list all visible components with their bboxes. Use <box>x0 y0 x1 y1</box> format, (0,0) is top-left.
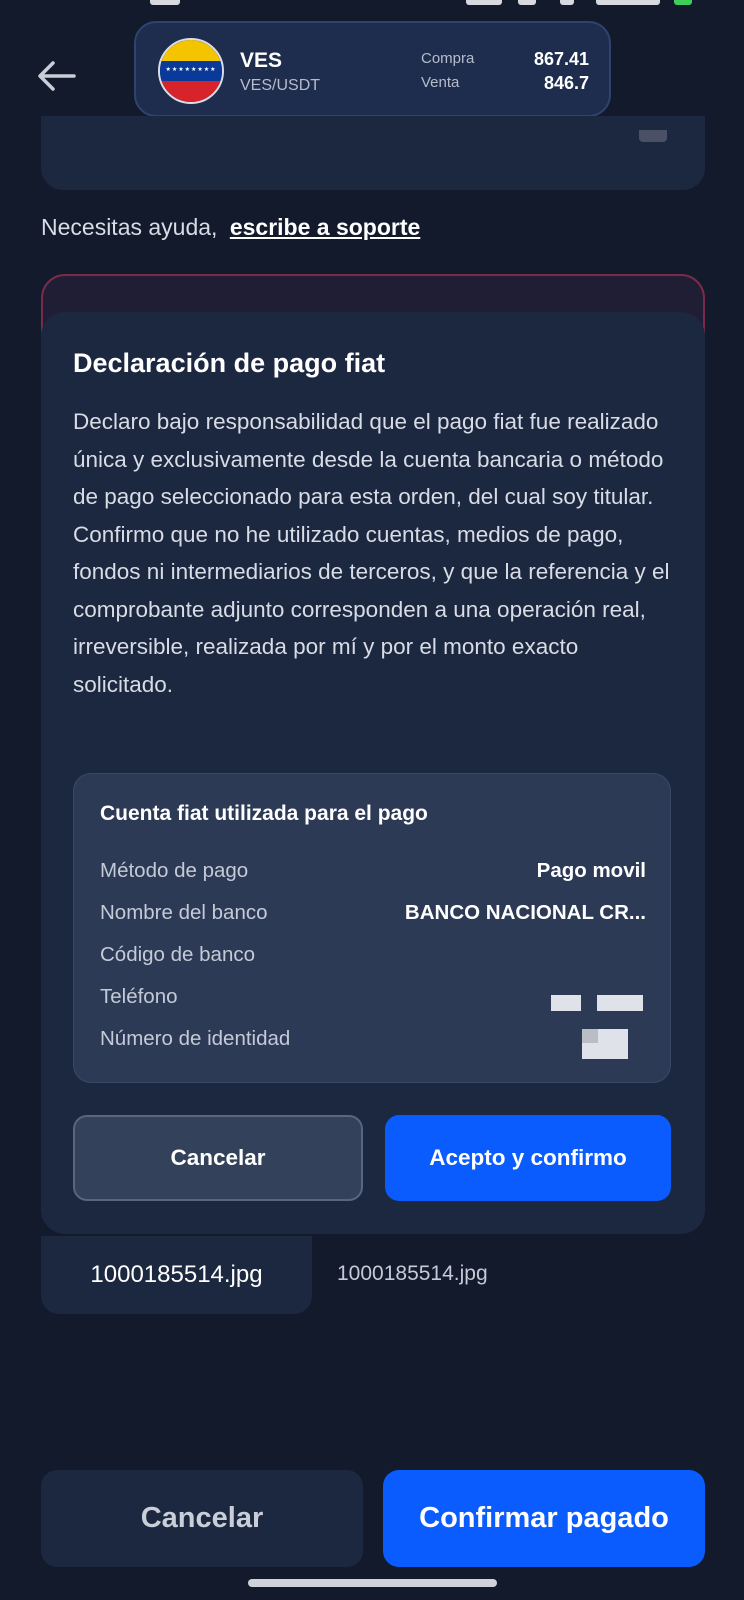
battery-saver-icon <box>466 0 502 5</box>
identity-redacted <box>582 1043 628 1059</box>
venezuela-flag-icon: ★★★★★★★★ <box>158 38 224 104</box>
attachment-file-name: 1000185514.jpg <box>337 1262 488 1285</box>
buy-rate: 867.41 <box>533 49 589 69</box>
currency-pair: VES/USDT <box>240 77 321 94</box>
bank-name-row: Nombre del banco BANCO NACIONAL CR... <box>100 901 646 931</box>
sell-label: Venta <box>421 74 460 91</box>
attachment-chip[interactable]: 1000185514.jpg <box>41 1236 312 1314</box>
dialog-cancel-button[interactable]: Cancelar <box>73 1115 363 1201</box>
identity-number-row: Número de identidad <box>100 1027 646 1059</box>
checkbox-icon <box>639 130 667 142</box>
battery-icon <box>674 0 692 5</box>
mute-icon <box>560 0 574 5</box>
alarm-icon <box>518 0 536 5</box>
bank-code-label: Código de banco <box>100 943 256 966</box>
phone-row: Teléfono <box>100 985 646 1015</box>
accept-confirm-button[interactable]: Acepto y confirmo <box>385 1115 671 1201</box>
fiat-account-box: Cuenta fiat utilizada para el pago Métod… <box>73 773 671 1083</box>
background-card <box>41 116 705 190</box>
bank-code-row: Código de banco <box>100 943 646 973</box>
identity-number-label: Número de identidad <box>100 1027 291 1050</box>
phone-redacted <box>551 995 581 1011</box>
payment-method-value: Pago movil <box>536 859 646 882</box>
cancel-button[interactable]: Cancelar <box>41 1470 363 1567</box>
bank-name-label: Nombre del banco <box>100 901 268 924</box>
home-indicator[interactable] <box>248 1579 497 1587</box>
sell-rate: 846.7 <box>543 73 589 93</box>
arrow-left-icon <box>38 61 76 91</box>
help-text: Necesitas ayuda, <box>41 214 218 240</box>
phone-label: Teléfono <box>100 985 178 1008</box>
dialog-title: Declaración de pago fiat <box>73 348 386 378</box>
identity-redacted <box>598 1029 628 1043</box>
currency-code: VES <box>240 49 283 72</box>
signal-icon <box>596 0 660 5</box>
account-box-title: Cuenta fiat utilizada para el pago <box>100 802 428 825</box>
screen: ★★★★★★★★ VES VES/USDT Compra 867.41 Vent… <box>0 0 744 1600</box>
phone-redacted <box>597 995 643 1011</box>
status-bar <box>0 0 744 6</box>
exchange-rate-card[interactable]: ★★★★★★★★ VES VES/USDT Compra 867.41 Vent… <box>134 21 611 117</box>
status-icon <box>150 0 180 5</box>
payment-method-row: Método de pago Pago movil <box>100 859 646 889</box>
bank-name-value: BANCO NACIONAL CR... <box>404 901 646 924</box>
fiat-payment-declaration-dialog: Declaración de pago fiat Declaro bajo re… <box>41 312 705 1234</box>
buy-label: Compra <box>421 50 475 67</box>
payment-method-label: Método de pago <box>100 859 249 882</box>
identity-redacted <box>582 1029 598 1043</box>
dialog-body: Declaro bajo responsabilidad que el pago… <box>73 409 670 697</box>
help-row: Necesitas ayuda, escribe a soporte <box>41 214 420 241</box>
back-button[interactable] <box>34 56 78 96</box>
support-link[interactable]: escribe a soporte <box>230 214 420 240</box>
confirm-paid-button[interactable]: Confirmar pagado <box>383 1470 705 1567</box>
